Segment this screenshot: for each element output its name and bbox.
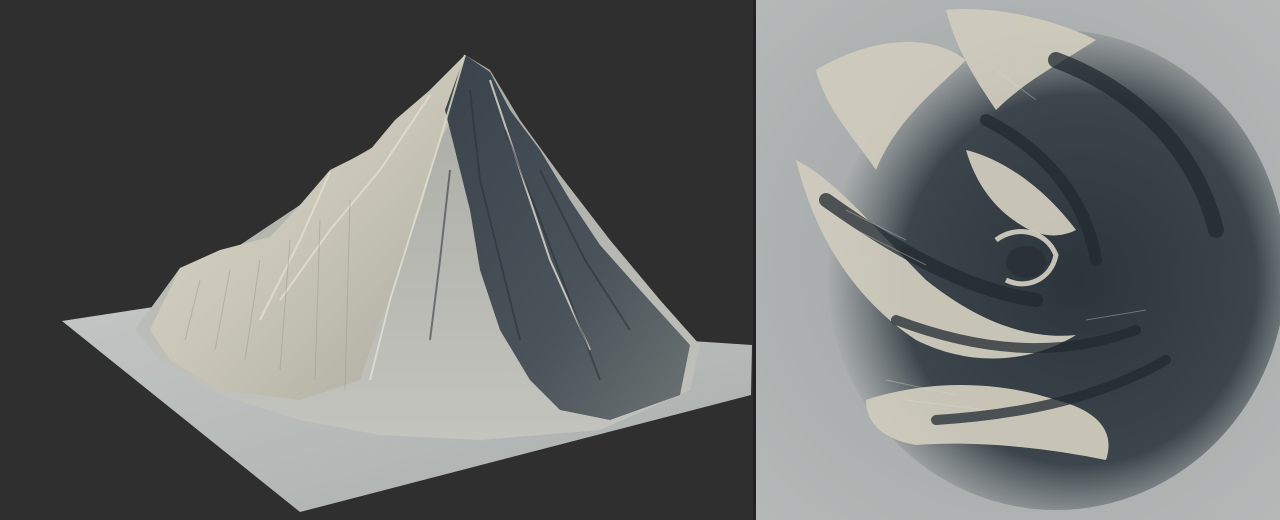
vortex-eye <box>1006 246 1046 278</box>
perspective-terrain-render <box>62 54 752 512</box>
topdown-terrain-render <box>756 0 1280 520</box>
topdown-viewport[interactable] <box>756 0 1280 520</box>
perspective-viewport[interactable] <box>0 0 753 520</box>
terrain-render-frame <box>0 0 1280 520</box>
